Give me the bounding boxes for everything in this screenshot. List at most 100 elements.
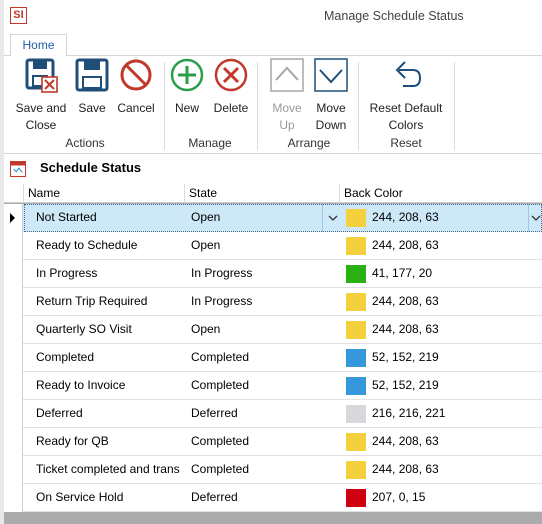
cell-state[interactable]: Open [191, 316, 341, 344]
color-value: 244, 208, 63 [372, 238, 439, 252]
column-header-name[interactable]: Name [24, 184, 185, 203]
cell-name[interactable]: Ticket completed and trans [36, 456, 182, 484]
color-value: 244, 208, 63 [372, 210, 439, 224]
ribbon: Save and Close Save Cancel Actions New D… [4, 56, 542, 154]
cell-name[interactable]: Ready to Schedule [36, 232, 182, 260]
cell-name[interactable]: Ready for QB [36, 428, 182, 456]
color-swatch [346, 461, 366, 479]
chevron-down-icon [328, 215, 338, 221]
color-swatch [346, 349, 366, 367]
state-dropdown-button[interactable] [322, 204, 342, 232]
schedule-status-panel-header: Schedule Status [4, 155, 542, 183]
row-header[interactable] [4, 260, 23, 288]
row-header[interactable] [4, 232, 23, 260]
cell-name[interactable]: Ready to Invoice [36, 372, 182, 400]
save-icon [75, 58, 109, 92]
delete-button[interactable]: Delete [210, 58, 252, 134]
ribbon-separator [454, 62, 455, 150]
table-row[interactable]: Return Trip Required In Progress 244, 208,… [4, 288, 542, 316]
color-dropdown-button[interactable] [528, 204, 542, 232]
tab-home[interactable]: Home [10, 34, 67, 57]
cell-back-color[interactable]: 244, 208, 63 [343, 204, 542, 232]
table-row[interactable]: Quarterly SO Visit Open 244, 208, 63 [4, 316, 542, 344]
color-swatch [346, 293, 366, 311]
move-down-label-2: Down [315, 118, 347, 132]
move-up-icon [270, 58, 304, 92]
color-swatch [346, 433, 366, 451]
move-down-button[interactable]: Move Down [310, 58, 352, 134]
color-swatch [346, 489, 366, 507]
row-header[interactable] [4, 316, 23, 344]
cell-back-color[interactable]: 244, 208, 63 [343, 232, 542, 260]
group-label-manage: Manage [188, 136, 232, 150]
table-row[interactable]: Deferred Deferred 216, 216, 221 [4, 400, 542, 428]
cell-back-color[interactable]: 207, 0, 15 [343, 484, 542, 512]
panel-title: Schedule Status [40, 160, 142, 175]
row-header[interactable] [4, 372, 23, 400]
cell-name[interactable]: Return Trip Required [36, 288, 182, 316]
cancel-button[interactable]: Cancel [115, 58, 157, 134]
table-row[interactable]: Ticket completed and trans Completed 244, … [4, 456, 542, 484]
cell-state[interactable]: Open [191, 204, 341, 232]
cell-back-color[interactable]: 244, 208, 63 [343, 456, 542, 484]
move-up-label-2: Up [279, 118, 295, 132]
cell-state[interactable]: Deferred [191, 484, 341, 512]
color-swatch [346, 405, 366, 423]
move-up-button[interactable]: Move Up [266, 58, 308, 134]
cell-state[interactable]: Completed [191, 428, 341, 456]
table-row[interactable]: Ready for QB Completed 244, 208, 63 [4, 428, 542, 456]
save-and-close-button[interactable]: Save and Close [12, 58, 70, 134]
cell-name[interactable]: In Progress [36, 260, 182, 288]
table-row[interactable]: Not Started Open 244, 208, 63 [4, 204, 542, 232]
cell-name[interactable]: Not Started [36, 204, 182, 232]
cell-state[interactable]: Deferred [191, 400, 341, 428]
table-row[interactable]: Completed Completed 52, 152, 219 [4, 344, 542, 372]
cell-state[interactable]: In Progress [191, 260, 341, 288]
schedule-status-grid: Name State Back Color Not Started Open 244… [4, 184, 542, 524]
table-row[interactable]: Ready to Schedule Open 244, 208, 63 [4, 232, 542, 260]
color-swatch [346, 265, 366, 283]
cell-back-color[interactable]: 244, 208, 63 [343, 316, 542, 344]
column-header-state[interactable]: State [185, 184, 340, 203]
cell-back-color[interactable]: 244, 208, 63 [343, 428, 542, 456]
color-value: 41, 177, 20 [372, 266, 433, 280]
cell-name[interactable]: On Service Hold [36, 484, 182, 512]
cell-state[interactable]: Completed [191, 372, 341, 400]
table-row[interactable]: Ready to Invoice Completed 52, 152, 219 [4, 372, 542, 400]
window-title: Manage Schedule Status [324, 9, 464, 23]
row-header[interactable] [4, 456, 23, 484]
row-header[interactable] [4, 204, 23, 232]
cell-back-color[interactable]: 41, 177, 20 [343, 260, 542, 288]
cell-state[interactable]: Completed [191, 344, 341, 372]
cell-state[interactable]: Completed [191, 456, 341, 484]
row-header[interactable] [4, 288, 23, 316]
cell-name[interactable]: Quarterly SO Visit [36, 316, 182, 344]
row-header[interactable] [4, 400, 23, 428]
ribbon-separator [257, 62, 258, 150]
delete-label: Delete [213, 101, 249, 115]
color-swatch [346, 321, 366, 339]
row-header[interactable] [4, 344, 23, 372]
move-up-label-1: Move [272, 101, 302, 115]
save-label: Save [78, 101, 106, 115]
table-row[interactable]: On Service Hold Deferred 207, 0, 15 [4, 484, 542, 512]
row-header[interactable] [4, 428, 23, 456]
reset-default-colors-button[interactable]: Reset Default Colors [364, 58, 448, 134]
cell-name[interactable]: Deferred [36, 400, 182, 428]
cell-name[interactable]: Completed [36, 344, 182, 372]
color-swatch [346, 209, 366, 227]
save-and-close-label-1: Save and [15, 101, 67, 115]
column-header-back-color[interactable]: Back Color [340, 184, 542, 203]
new-button[interactable]: New [168, 58, 206, 134]
row-header[interactable] [4, 484, 23, 512]
cell-state[interactable]: Open [191, 232, 341, 260]
ribbon-tab-row: Home [4, 32, 542, 57]
table-row[interactable]: In Progress In Progress 41, 177, 20 [4, 260, 542, 288]
color-value: 244, 208, 63 [372, 322, 439, 336]
cell-state[interactable]: In Progress [191, 288, 341, 316]
save-button[interactable]: Save [72, 58, 112, 134]
cell-back-color[interactable]: 52, 152, 219 [343, 344, 542, 372]
cell-back-color[interactable]: 216, 216, 221 [343, 400, 542, 428]
cell-back-color[interactable]: 52, 152, 219 [343, 372, 542, 400]
cell-back-color[interactable]: 244, 208, 63 [343, 288, 542, 316]
